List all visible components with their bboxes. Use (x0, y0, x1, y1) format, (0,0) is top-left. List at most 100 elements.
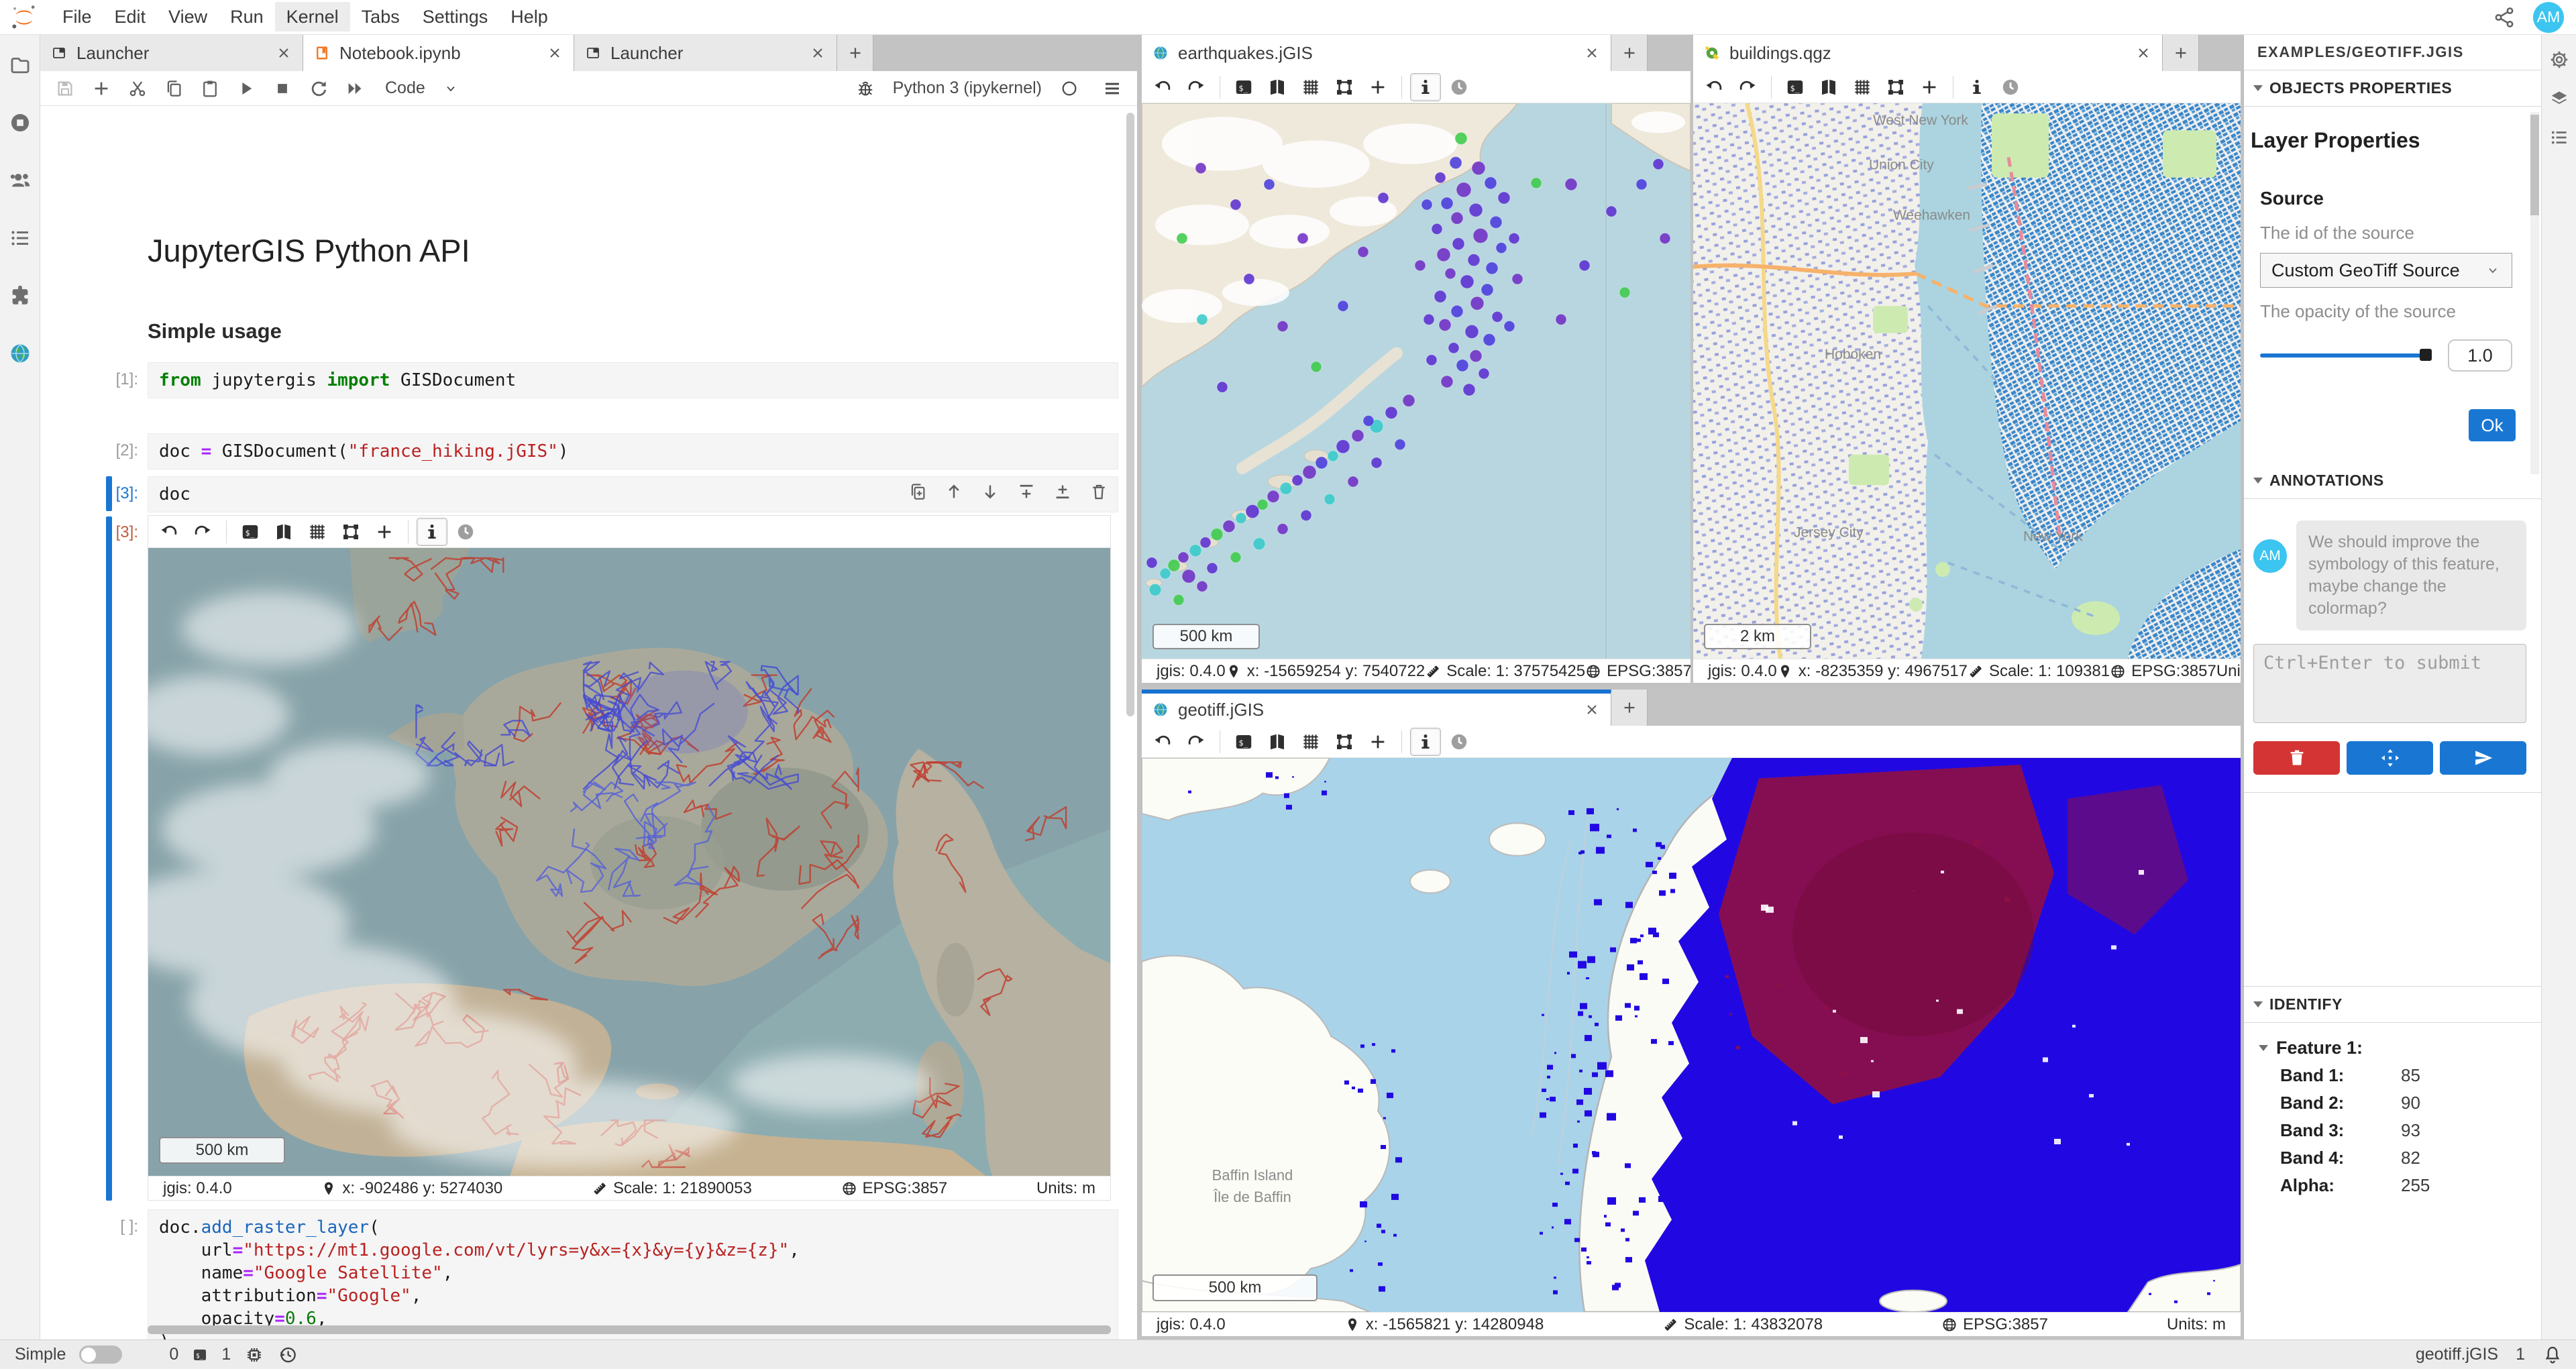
earthquake-point[interactable] (1195, 163, 1206, 174)
close-icon[interactable] (1584, 702, 1600, 718)
list-icon[interactable] (2549, 127, 2569, 148)
source-select[interactable]: Custom GeoTiff Source (2260, 253, 2512, 288)
earthquake-point[interactable] (1556, 314, 1566, 325)
earthquake-point[interactable] (1504, 321, 1515, 331)
menu-item-kernel[interactable]: Kernel (275, 2, 350, 32)
section-annotations[interactable]: ANNOTATIONS (2244, 463, 2541, 499)
notebook-hscrollbar[interactable] (148, 1325, 1111, 1334)
tab-launcher-2[interactable]: Launcher (574, 35, 837, 71)
earthquake-point[interactable] (1236, 512, 1246, 523)
earthquake-point[interactable] (1492, 311, 1503, 322)
kernels-count[interactable]: 1 (221, 1345, 231, 1364)
earthquake-point[interactable] (1358, 247, 1368, 258)
earthquake-point[interactable] (1579, 260, 1590, 271)
code-cell-3[interactable]: [3]: doc (148, 476, 1118, 512)
earthquake-point[interactable] (1448, 343, 1459, 353)
earthquake-point[interactable] (1473, 228, 1488, 243)
close-icon[interactable] (547, 45, 563, 61)
cell-type-dropdown[interactable]: Code (385, 78, 459, 98)
identify-icon[interactable] (417, 518, 447, 546)
new-tab-button[interactable] (2163, 35, 2199, 71)
earthquake-point[interactable] (1441, 376, 1453, 388)
run-all-button[interactable] (339, 74, 370, 103)
console-icon[interactable] (235, 518, 266, 546)
polygon-select-icon[interactable] (1329, 728, 1360, 756)
share-icon[interactable] (2493, 6, 2516, 29)
console-icon[interactable] (1228, 73, 1259, 101)
earthquake-point[interactable] (1178, 552, 1189, 563)
polygon-select-icon[interactable] (1329, 73, 1360, 101)
earthquake-point[interactable] (1509, 233, 1519, 243)
temporal-icon[interactable] (1444, 728, 1474, 756)
simple-mode-toggle[interactable] (79, 1346, 122, 1364)
move-up-icon[interactable] (944, 482, 964, 502)
earthquake-point[interactable] (1441, 197, 1453, 209)
earthquake-point[interactable] (1253, 538, 1265, 550)
cut-cell-button[interactable] (122, 74, 153, 103)
temporal-icon[interactable] (450, 518, 481, 546)
earthquake-point[interactable] (1434, 290, 1446, 303)
earthquake-point[interactable] (1385, 406, 1397, 419)
earthquake-point[interactable] (1277, 524, 1288, 535)
earthquake-point[interactable] (1277, 321, 1288, 331)
new-tab-button[interactable] (837, 35, 873, 71)
earthquake-point[interactable] (1352, 430, 1364, 442)
earthquake-point[interactable] (1636, 179, 1647, 190)
grid-icon[interactable] (1847, 73, 1878, 101)
earthquake-point[interactable] (1292, 475, 1303, 486)
earthquake-point[interactable] (1378, 193, 1389, 203)
undo-icon[interactable] (154, 518, 184, 546)
geotiff-map[interactable]: Baffin IslandÎle de Baffin 500 km (1142, 758, 2241, 1312)
grid-icon[interactable] (1295, 73, 1326, 101)
grid-icon[interactable] (302, 518, 333, 546)
undo-icon[interactable] (1147, 73, 1178, 101)
earthquake-point[interactable] (1177, 233, 1187, 243)
identify-icon[interactable] (1962, 73, 1992, 101)
earthquake-point[interactable] (1483, 333, 1495, 345)
redo-icon[interactable] (1732, 73, 1763, 101)
earthquake-point[interactable] (1297, 233, 1308, 243)
move-down-icon[interactable] (980, 482, 1000, 502)
earthquake-point[interactable] (1230, 552, 1241, 563)
earthquake-point[interactable] (1267, 490, 1279, 502)
identify-icon[interactable] (1410, 73, 1441, 101)
earthquake-point[interactable] (1470, 296, 1484, 310)
buildings-map[interactable]: West New YorkUnion CityWeehawkenHobokenJ… (1693, 103, 2241, 659)
earthquake-point[interactable] (1324, 494, 1335, 504)
earthquake-point[interactable] (1481, 284, 1493, 296)
earthquake-point[interactable] (1301, 510, 1311, 521)
run-cell-button[interactable] (231, 74, 262, 103)
code-cell-raster[interactable]: [ ]: doc.add_raster_layer( url="https://… (148, 1209, 1118, 1339)
earthquake-point[interactable] (1146, 557, 1157, 568)
menu-item-file[interactable]: File (51, 2, 103, 32)
earthquake-point[interactable] (1311, 362, 1322, 372)
earthquake-point[interactable] (1486, 262, 1498, 274)
earthquake-point[interactable] (1437, 248, 1450, 262)
ok-button[interactable]: Ok (2469, 409, 2516, 441)
earthquake-point[interactable] (1455, 132, 1467, 144)
earthquake-point[interactable] (1463, 384, 1475, 396)
center-annotation-button[interactable] (2347, 741, 2433, 775)
earthquake-point[interactable] (1660, 233, 1670, 243)
earthquake-point[interactable] (1328, 451, 1338, 461)
earthquake-point[interactable] (1451, 212, 1463, 224)
earthquake-point[interactable] (1338, 300, 1348, 311)
earthquake-point[interactable] (1223, 521, 1235, 533)
earthquake-point[interactable] (1348, 476, 1358, 487)
opacity-value-box[interactable]: 1.0 (2448, 339, 2512, 372)
close-icon[interactable] (276, 45, 292, 61)
kernel-chip-icon[interactable] (244, 1345, 264, 1365)
insert-cell-button[interactable] (86, 74, 117, 103)
extensions-icon[interactable] (9, 284, 32, 307)
insert-below-icon[interactable] (1053, 482, 1073, 502)
add-layer-icon[interactable] (1914, 73, 1945, 101)
tab-notebook[interactable]: Notebook.ipynb (303, 35, 574, 71)
earthquake-point[interactable] (1465, 325, 1479, 338)
earthquake-point[interactable] (1456, 360, 1468, 372)
earthquake-point[interactable] (1468, 254, 1480, 266)
earthquake-point[interactable] (1403, 394, 1415, 406)
tab-launcher-1[interactable]: Launcher (40, 35, 303, 71)
slider-handle[interactable] (2420, 349, 2432, 361)
restart-kernel-button[interactable] (303, 74, 334, 103)
earthquake-point[interactable] (1246, 504, 1259, 518)
